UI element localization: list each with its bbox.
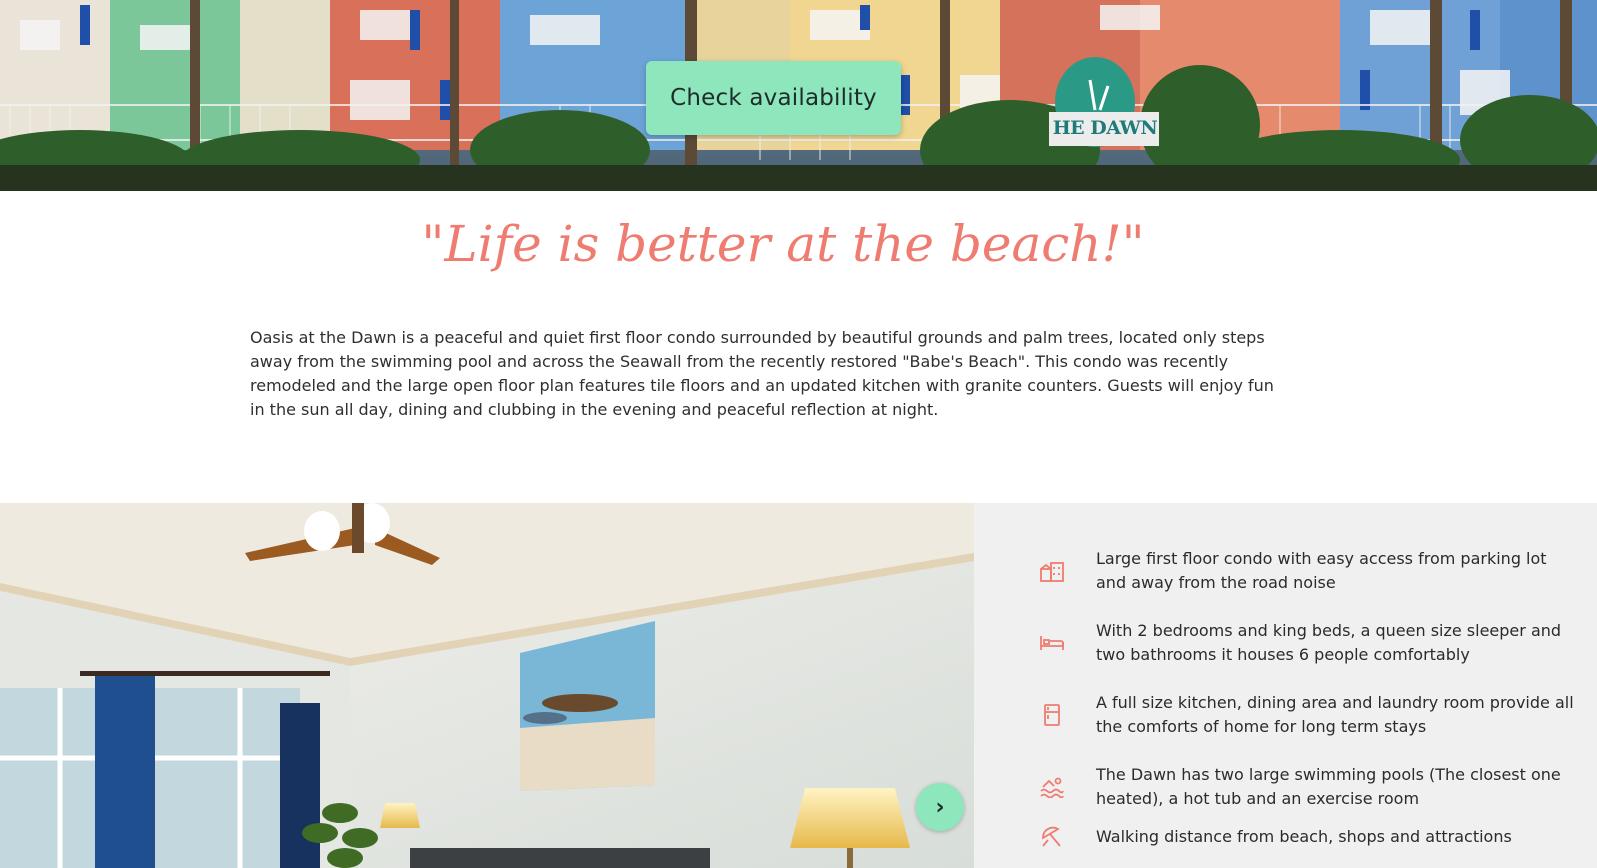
- feature-text: With 2 bedrooms and king beds, a queen s…: [1096, 621, 1562, 664]
- intro-paragraph: Oasis at the Dawn is a peaceful and quie…: [250, 328, 1274, 419]
- feature-text: The Dawn has two large swimming pools (T…: [1096, 765, 1561, 808]
- gallery-next-button[interactable]: ›: [916, 783, 964, 831]
- bed-icon: [1038, 629, 1066, 657]
- feature-item-beach: Walking distance from beach, shops and a…: [1038, 823, 1578, 851]
- feature-text: Walking distance from beach, shops and a…: [1096, 827, 1512, 846]
- feature-item-condo: Large first floor condo with easy access…: [1038, 547, 1578, 595]
- check-availability-button[interactable]: Check availability: [646, 61, 901, 135]
- hero-banner: HE DAWN Check availability: [0, 0, 1597, 191]
- tagline-quote: "Life is better at the beach!": [421, 215, 1145, 273]
- swimming-pool-icon: [1038, 773, 1066, 801]
- building-icon: [1038, 557, 1066, 585]
- feature-text: A full size kitchen, dining area and lau…: [1096, 693, 1574, 736]
- photo-gallery: ›: [0, 503, 974, 868]
- features-list: Large first floor condo with easy access…: [974, 503, 1597, 868]
- living-room-photo: [0, 503, 974, 868]
- beach-umbrella-icon: [1038, 823, 1066, 851]
- feature-item-pools: The Dawn has two large swimming pools (T…: [1038, 763, 1578, 811]
- refrigerator-icon: [1038, 701, 1066, 729]
- feature-item-bedrooms: With 2 bedrooms and king beds, a queen s…: [1038, 619, 1578, 667]
- feature-item-kitchen: A full size kitchen, dining area and lau…: [1038, 691, 1578, 739]
- hero-sign-text: HE DAWN: [1052, 117, 1158, 139]
- chevron-right-icon: ›: [935, 794, 945, 820]
- feature-text: Large first floor condo with easy access…: [1096, 549, 1547, 592]
